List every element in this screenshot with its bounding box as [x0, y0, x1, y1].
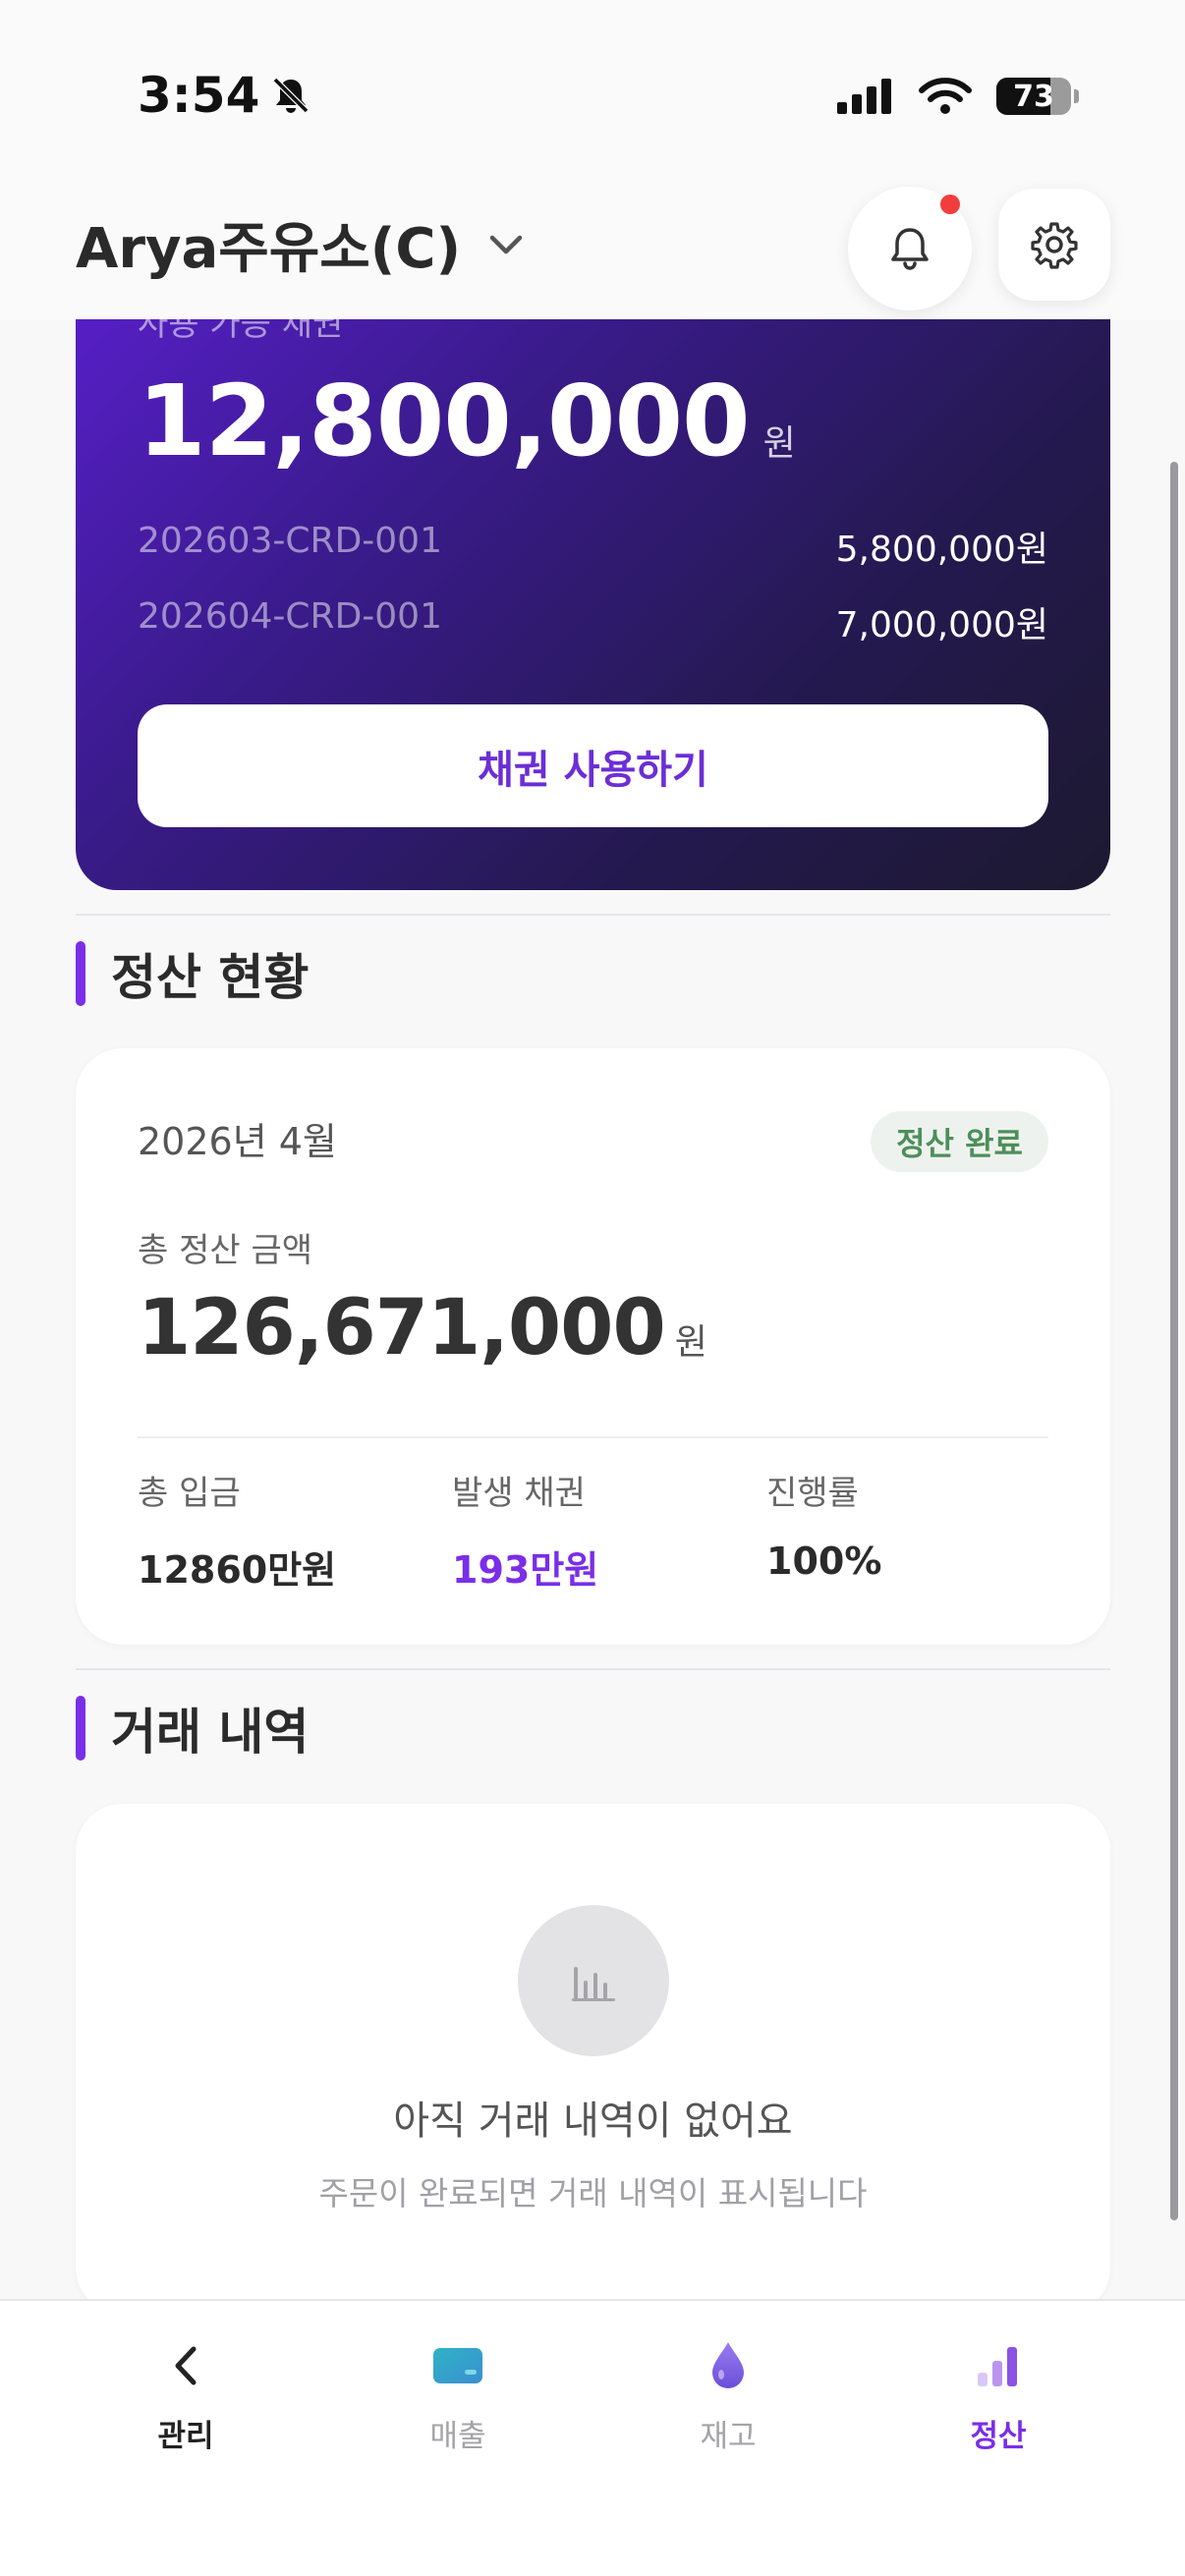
clock: 3:54 [138, 67, 260, 124]
notification-dot [940, 195, 960, 214]
battery-icon: 73 [996, 78, 1071, 115]
credit-item: 202604-CRD-001 7,000,000원 [138, 596, 1048, 647]
tab-inventory[interactable]: 재고 [630, 2336, 826, 2455]
total-settlement-unit: 원 [674, 1322, 707, 1363]
wifi-icon [919, 78, 972, 114]
station-selector[interactable]: Arya주유소(C) [76, 204, 526, 284]
chevron-left-icon [175, 2346, 197, 2385]
bar-chart-icon [978, 2347, 1017, 2386]
stat-progress: 진행률 100% [766, 1466, 881, 1583]
stat-label: 총 입금 [138, 1474, 241, 1513]
stat-label: 발생 채권 [452, 1474, 586, 1513]
empty-chart-icon [518, 1905, 669, 2056]
tab-manage[interactable]: 관리 [87, 2336, 284, 2455]
settlement-divider [138, 1436, 1048, 1438]
station-name: Arya주유소(C) [76, 217, 462, 281]
use-credit-button[interactable]: 채권 사용하기 [138, 704, 1048, 827]
total-settlement-label: 총 정산 금액 [138, 1231, 313, 1270]
total-settlement-value: 126,671,000 [138, 1284, 666, 1372]
chevron-down-icon [489, 235, 523, 253]
section-divider [76, 1668, 1110, 1670]
header: Arya주유소(C) [0, 177, 1185, 319]
settlement-card: 2026년 4월 정산 완료 총 정산 금액 126,671,000 원 총 입금… [76, 1048, 1110, 1645]
transactions-card: 아직 거래 내역이 없어요 주문이 완료되면 거래 내역이 표시됩니다 [76, 1804, 1110, 2315]
section-divider [76, 914, 1110, 916]
tab-settlement[interactable]: 정산 [900, 2336, 1097, 2455]
available-credit-card: 사용 가능 채권 12,800,000 원 202603-CRD-001 5,80… [76, 226, 1110, 890]
tab-sales[interactable]: 매출 [360, 2336, 556, 2455]
tab-label: 매출 [429, 2419, 486, 2454]
credit-amount-value: 12,800,000 [138, 364, 751, 478]
bell-icon [891, 228, 929, 270]
credit-item-amount: 7,000,000원 [835, 605, 1048, 645]
tab-label: 관리 [157, 2419, 214, 2454]
stat-value: 193만원 [452, 1548, 599, 1592]
section-accent-bar [76, 941, 85, 1006]
card-icon [433, 2348, 482, 2383]
bottom-tab-bar: 관리 매출 재고 정산 [0, 2299, 1185, 2576]
status-time: 3:54 [138, 67, 312, 124]
settlement-month: 2026년 4월 [138, 1120, 337, 1163]
scroll-content[interactable]: 사용 가능 채권 12,800,000 원 202603-CRD-001 5,80… [0, 0, 1185, 2576]
section-accent-bar [76, 1696, 85, 1761]
scrollbar[interactable] [1170, 462, 1178, 2220]
drop-icon [712, 2342, 744, 2388]
stat-value: 100% [766, 1540, 882, 1583]
status-bar: 3:54 73 [0, 0, 1185, 177]
credit-amount-unit: 원 [762, 423, 796, 464]
tab-label: 정산 [970, 2419, 1027, 2454]
stat-label: 진행률 [766, 1474, 859, 1513]
credit-amount: 12,800,000 원 [138, 364, 796, 478]
stat-issued-credit: 발생 채권 193만원 [452, 1466, 598, 1594]
screen: 사용 가능 채권 12,800,000 원 202603-CRD-001 5,80… [0, 0, 1185, 2576]
battery-percent: 73 [1013, 79, 1054, 114]
settings-button[interactable] [998, 189, 1110, 301]
credit-item-code: 202604-CRD-001 [138, 596, 442, 637]
credit-item-code: 202603-CRD-001 [138, 521, 442, 561]
transactions-title-text: 거래 내역 [111, 1704, 310, 1761]
gear-icon [1031, 222, 1078, 269]
notifications-button[interactable] [848, 187, 972, 310]
status-indicators: 73 [835, 77, 1079, 116]
signal-icon [837, 79, 891, 114]
settlement-section-title: 정산 현황 [76, 938, 309, 1009]
top-bar: 3:54 73 Arya주유소(C) [0, 0, 1185, 319]
empty-state-subtitle: 주문이 완료되면 거래 내역이 표시됩니다 [318, 2174, 868, 2212]
stat-value: 12860만원 [138, 1548, 337, 1592]
stat-total-deposit: 총 입금 12860만원 [138, 1466, 336, 1594]
bell-muted-icon [273, 77, 310, 114]
transactions-section-title: 거래 내역 [76, 1693, 309, 1764]
tab-label: 재고 [700, 2419, 757, 2454]
credit-item-amount: 5,800,000원 [835, 530, 1048, 570]
status-badge: 정산 완료 [871, 1111, 1048, 1172]
credit-item: 202603-CRD-001 5,800,000원 [138, 521, 1048, 572]
empty-state-title: 아직 거래 내역이 없어요 [393, 2099, 793, 2144]
total-settlement-amount: 126,671,000 원 [138, 1284, 707, 1372]
bar-chart-icon [572, 1967, 615, 2001]
settlement-title-text: 정산 현황 [111, 949, 310, 1006]
battery-cap [1074, 89, 1079, 103]
